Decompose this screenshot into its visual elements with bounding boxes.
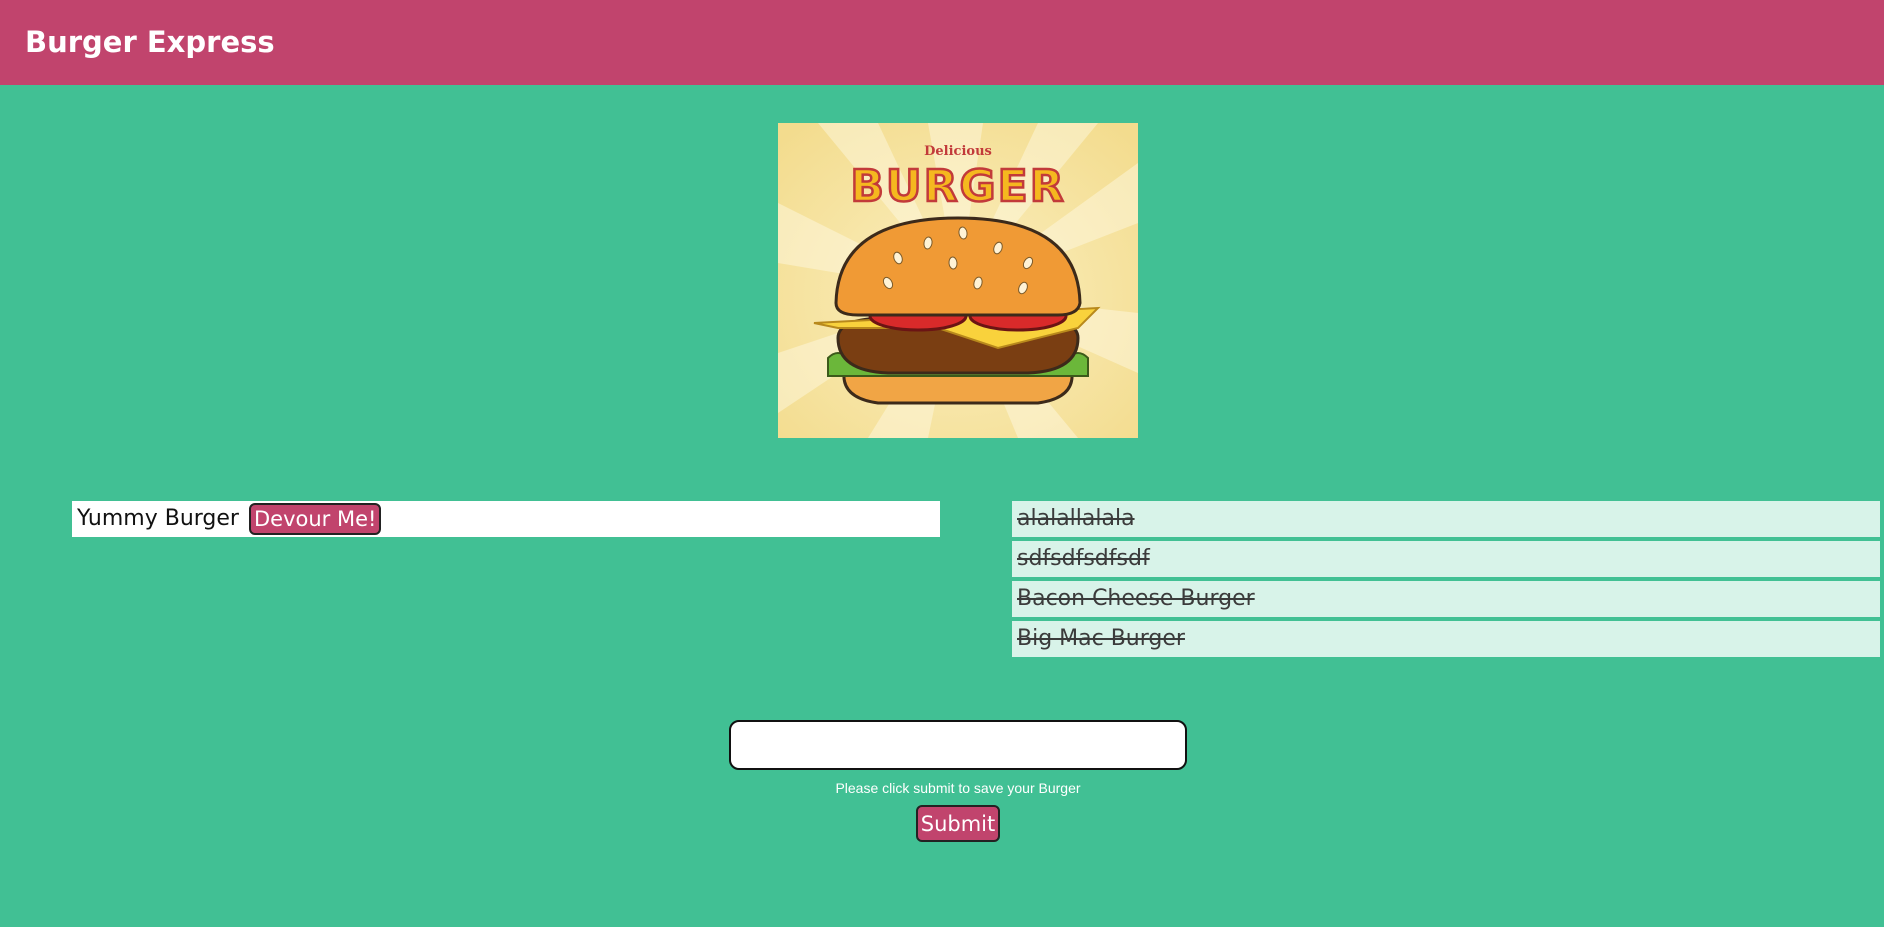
devoured-burger-list: alalallalala sdfsdfsdfsdf Bacon Cheese B… [1012, 501, 1880, 661]
list-item: Big Mac Burger [1012, 621, 1880, 657]
uneaten-burger-list: Yummy Burger Devour Me! [72, 501, 940, 541]
navbar: Burger Express [0, 0, 1884, 85]
hero-burger-image: Delicious BURGER [778, 123, 1138, 438]
hero-tagline: Delicious [924, 144, 992, 159]
devoured-burger-name: alalallalala [1017, 506, 1135, 531]
brand-title[interactable]: Burger Express [25, 24, 275, 60]
devour-button[interactable]: Devour Me! [248, 503, 382, 535]
add-burger-form: Please click submit to save your Burger … [729, 720, 1187, 842]
list-item: Yummy Burger Devour Me! [72, 501, 940, 537]
list-item: alalallalala [1012, 501, 1880, 537]
devoured-burger-name: Bacon Cheese Burger [1017, 586, 1255, 611]
devoured-burger-name: Big Mac Burger [1017, 626, 1185, 651]
list-item: sdfsdfsdfsdf [1012, 541, 1880, 577]
help-text: Please click submit to save your Burger [835, 780, 1081, 796]
devoured-burger-name: sdfsdfsdfsdf [1017, 546, 1150, 571]
burger-illustration: Delicious BURGER [778, 123, 1138, 438]
burger-name-input[interactable] [729, 720, 1187, 770]
list-item: Bacon Cheese Burger [1012, 581, 1880, 617]
hero-title: BURGER [850, 161, 1065, 212]
burger-name: Yummy Burger [77, 506, 239, 531]
submit-button[interactable]: Submit [915, 805, 1001, 842]
